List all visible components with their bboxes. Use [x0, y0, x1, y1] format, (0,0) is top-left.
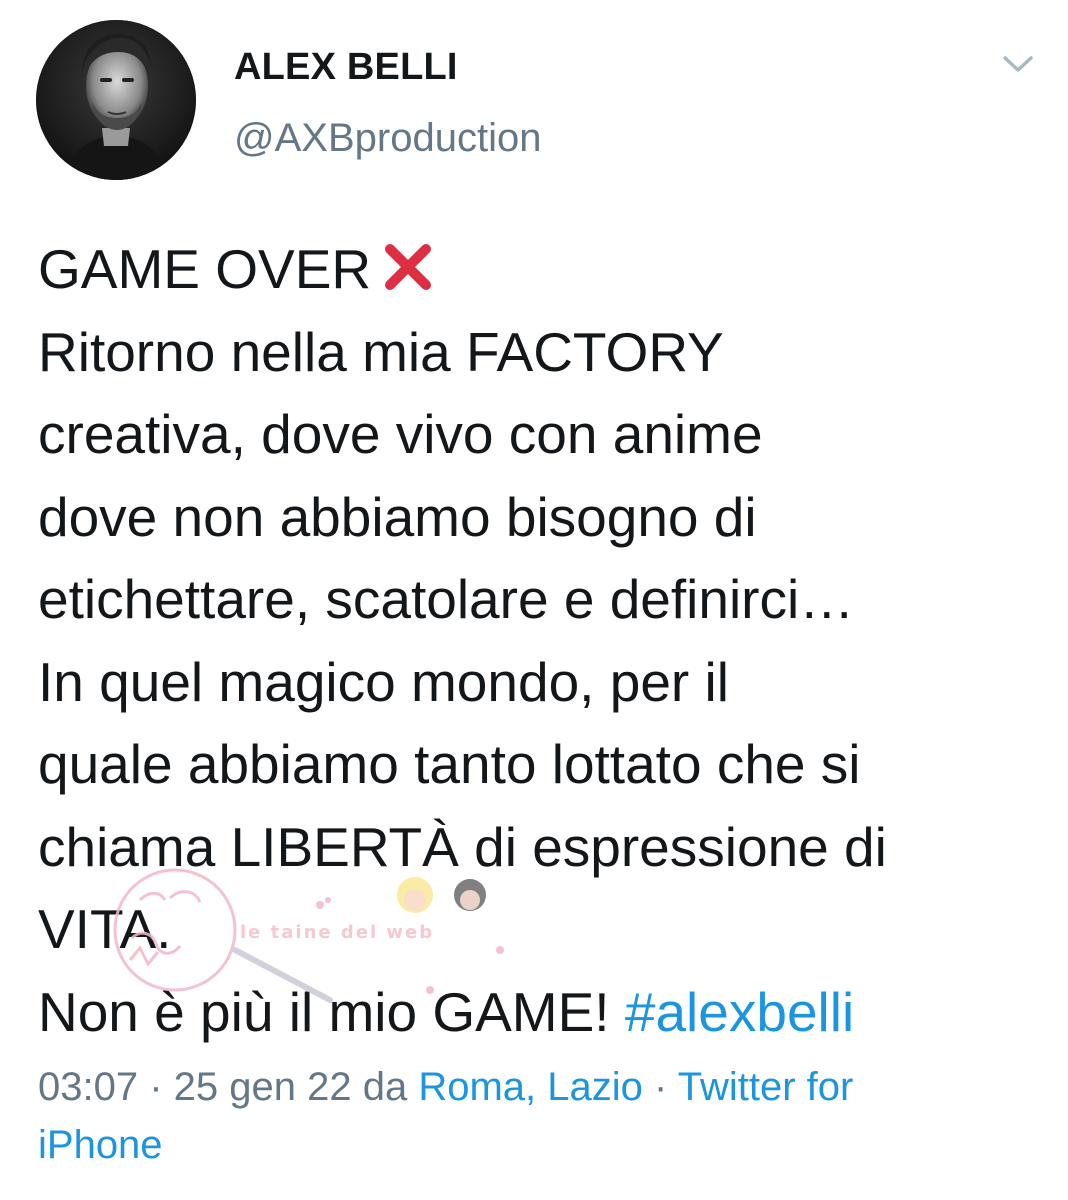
- tweet-line: GAME OVER: [38, 228, 1048, 311]
- avatar[interactable]: [36, 20, 196, 180]
- user-handle[interactable]: @AXBproduction: [234, 114, 541, 162]
- source-link-continued[interactable]: iPhone: [38, 1123, 163, 1167]
- tweet-metadata: 03:07 · 25 gen 22 da Roma, Lazio · Twitt…: [38, 1058, 1038, 1174]
- tweet-line-text: Non è più il mio GAME!: [38, 980, 610, 1043]
- tweet-line: dove non abbiamo bisogno di: [38, 485, 757, 548]
- hashtag-link[interactable]: #alexbelli: [625, 981, 854, 1043]
- tweet-line: etichettare, scatolare e definirci…: [38, 568, 855, 630]
- avatar-photo: [36, 20, 196, 180]
- tweet-line: chiama LIBERTÀ di espressione di: [38, 815, 887, 878]
- tweet-text: GAME OVER Ritorno nella mia FACTORY crea…: [38, 228, 1048, 1053]
- tweet-line-text: GAME OVER: [38, 238, 372, 300]
- tweet-line: VITA.: [38, 898, 172, 960]
- location-link[interactable]: Roma, Lazio: [418, 1065, 643, 1109]
- source-link[interactable]: Twitter for: [678, 1065, 854, 1109]
- meta-from: da: [351, 1065, 419, 1109]
- tweet-line: Ritorno nella mia FACTORY: [38, 320, 724, 383]
- meta-line-2: iPhone: [38, 1116, 1038, 1174]
- cross-mark-icon: [381, 234, 435, 290]
- display-name[interactable]: ALEX BELLI: [234, 44, 458, 90]
- tweet-line: quale abbiamo tanto lottato che si: [38, 733, 861, 795]
- tweet-time[interactable]: 03:07: [38, 1065, 138, 1109]
- meta-separator: ·: [642, 1065, 678, 1109]
- watermark-text: le taine del web: [240, 922, 435, 943]
- tweet-line: creativa, dove vivo con anime: [38, 403, 763, 465]
- tweet-line: Non è più il mio GAME! #alexbelli: [38, 971, 1048, 1054]
- meta-line-1: 03:07 · 25 gen 22 da Roma, Lazio · Twitt…: [38, 1058, 1038, 1116]
- tweet-line: In quel magico mondo, per il: [38, 650, 729, 713]
- tweet-card: ALEX BELLI @AXBproduction GAME OVER Rito…: [0, 0, 1068, 1200]
- chevron-down-icon[interactable]: [1000, 50, 1036, 78]
- tweet-date[interactable]: 25 gen 22: [174, 1065, 352, 1109]
- meta-separator: ·: [138, 1065, 174, 1109]
